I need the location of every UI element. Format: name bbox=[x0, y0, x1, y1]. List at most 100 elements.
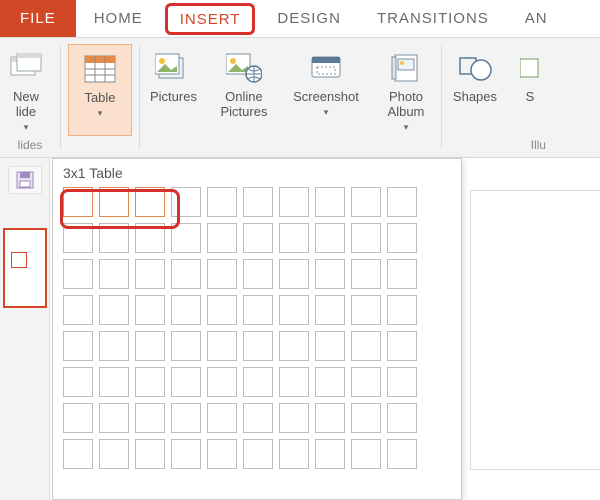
table-grid-cell[interactable] bbox=[99, 403, 129, 433]
table-grid-cell[interactable] bbox=[351, 187, 381, 217]
table-grid-cell[interactable] bbox=[63, 187, 93, 217]
table-grid-cell[interactable] bbox=[387, 439, 417, 469]
table-grid-cell[interactable] bbox=[171, 259, 201, 289]
table-grid-cell[interactable] bbox=[243, 223, 273, 253]
table-grid-cell[interactable] bbox=[315, 223, 345, 253]
table-grid-cell[interactable] bbox=[387, 223, 417, 253]
table-grid-cell[interactable] bbox=[207, 403, 237, 433]
table-grid-cell[interactable] bbox=[171, 403, 201, 433]
table-grid-cell[interactable] bbox=[63, 223, 93, 253]
table-grid-cell[interactable] bbox=[243, 259, 273, 289]
shapes-label: Shapes bbox=[453, 90, 497, 105]
table-grid-cell[interactable] bbox=[135, 295, 165, 325]
table-grid-cell[interactable] bbox=[207, 367, 237, 397]
slide-thumbnail[interactable] bbox=[3, 228, 47, 308]
table-grid-cell[interactable] bbox=[135, 259, 165, 289]
table-grid-cell[interactable] bbox=[315, 187, 345, 217]
slide-canvas[interactable] bbox=[470, 190, 600, 470]
table-grid-cell[interactable] bbox=[207, 259, 237, 289]
table-grid-cell[interactable] bbox=[99, 187, 129, 217]
shapes-button[interactable]: Shapes bbox=[442, 44, 508, 136]
table-grid-cell[interactable] bbox=[315, 295, 345, 325]
table-grid-cell[interactable] bbox=[63, 403, 93, 433]
table-grid-cell[interactable] bbox=[279, 331, 309, 361]
table-grid-cell[interactable] bbox=[243, 187, 273, 217]
table-grid-cell[interactable] bbox=[63, 439, 93, 469]
table-grid-cell[interactable] bbox=[387, 367, 417, 397]
table-grid-cell[interactable] bbox=[315, 259, 345, 289]
table-grid-cell[interactable] bbox=[99, 367, 129, 397]
table-grid-cell[interactable] bbox=[243, 331, 273, 361]
table-grid-cell[interactable] bbox=[243, 295, 273, 325]
table-button[interactable]: Table ▾ bbox=[68, 44, 132, 136]
table-grid-cell[interactable] bbox=[135, 439, 165, 469]
table-grid-cell[interactable] bbox=[243, 439, 273, 469]
screenshot-button[interactable]: Screenshot ▾ bbox=[281, 44, 371, 136]
table-grid-cell[interactable] bbox=[387, 295, 417, 325]
table-grid-cell[interactable] bbox=[171, 223, 201, 253]
table-grid-cell[interactable] bbox=[351, 403, 381, 433]
table-grid-cell[interactable] bbox=[279, 223, 309, 253]
table-grid-cell[interactable] bbox=[171, 295, 201, 325]
table-grid-cell[interactable] bbox=[99, 439, 129, 469]
tab-design[interactable]: DESIGN bbox=[259, 0, 359, 37]
table-grid-cell[interactable] bbox=[171, 439, 201, 469]
table-size-grid[interactable] bbox=[53, 187, 461, 469]
table-grid-cell[interactable] bbox=[279, 403, 309, 433]
table-grid-cell[interactable] bbox=[207, 295, 237, 325]
new-slide-button[interactable]: Newlide ▾ bbox=[5, 44, 55, 136]
online-pictures-button[interactable]: OnlinePictures bbox=[207, 44, 281, 136]
table-grid-cell[interactable] bbox=[63, 295, 93, 325]
table-grid-cell[interactable] bbox=[243, 367, 273, 397]
table-grid-cell[interactable] bbox=[279, 187, 309, 217]
photo-album-button[interactable]: PhotoAlbum ▾ bbox=[371, 44, 441, 136]
table-grid-cell[interactable] bbox=[315, 439, 345, 469]
tab-insert[interactable]: INSERT bbox=[165, 3, 256, 35]
table-grid-cell[interactable] bbox=[387, 259, 417, 289]
pictures-button[interactable]: Pictures bbox=[140, 44, 207, 136]
group-label-slides: lides bbox=[0, 136, 60, 155]
table-grid-cell[interactable] bbox=[171, 367, 201, 397]
table-grid-cell[interactable] bbox=[351, 223, 381, 253]
table-grid-cell[interactable] bbox=[99, 223, 129, 253]
smartart-button[interactable]: S bbox=[508, 44, 548, 136]
table-grid-cell[interactable] bbox=[351, 331, 381, 361]
tab-transitions[interactable]: TRANSITIONS bbox=[359, 0, 507, 37]
table-grid-cell[interactable] bbox=[315, 367, 345, 397]
table-grid-cell[interactable] bbox=[135, 367, 165, 397]
table-grid-cell[interactable] bbox=[387, 331, 417, 361]
table-grid-cell[interactable] bbox=[279, 295, 309, 325]
table-grid-cell[interactable] bbox=[243, 403, 273, 433]
table-grid-cell[interactable] bbox=[351, 295, 381, 325]
table-grid-cell[interactable] bbox=[135, 331, 165, 361]
save-icon[interactable] bbox=[8, 166, 42, 194]
table-grid-cell[interactable] bbox=[171, 187, 201, 217]
table-grid-cell[interactable] bbox=[207, 187, 237, 217]
table-grid-cell[interactable] bbox=[279, 259, 309, 289]
table-grid-cell[interactable] bbox=[351, 367, 381, 397]
table-grid-cell[interactable] bbox=[135, 187, 165, 217]
table-grid-cell[interactable] bbox=[315, 403, 345, 433]
table-grid-cell[interactable] bbox=[207, 331, 237, 361]
table-grid-cell[interactable] bbox=[207, 223, 237, 253]
table-grid-cell[interactable] bbox=[387, 403, 417, 433]
table-grid-cell[interactable] bbox=[171, 331, 201, 361]
table-grid-cell[interactable] bbox=[351, 259, 381, 289]
table-grid-cell[interactable] bbox=[387, 187, 417, 217]
tab-file[interactable]: FILE bbox=[0, 0, 76, 37]
table-grid-cell[interactable] bbox=[207, 439, 237, 469]
table-grid-cell[interactable] bbox=[135, 403, 165, 433]
table-grid-cell[interactable] bbox=[351, 439, 381, 469]
table-grid-cell[interactable] bbox=[135, 223, 165, 253]
table-grid-cell[interactable] bbox=[99, 331, 129, 361]
table-grid-cell[interactable] bbox=[279, 367, 309, 397]
tab-home[interactable]: HOME bbox=[76, 0, 161, 37]
table-grid-cell[interactable] bbox=[315, 331, 345, 361]
table-grid-cell[interactable] bbox=[63, 259, 93, 289]
table-grid-cell[interactable] bbox=[99, 259, 129, 289]
table-grid-cell[interactable] bbox=[279, 439, 309, 469]
tab-animations[interactable]: AN bbox=[507, 0, 547, 37]
table-grid-cell[interactable] bbox=[63, 367, 93, 397]
table-grid-cell[interactable] bbox=[63, 331, 93, 361]
table-grid-cell[interactable] bbox=[99, 295, 129, 325]
